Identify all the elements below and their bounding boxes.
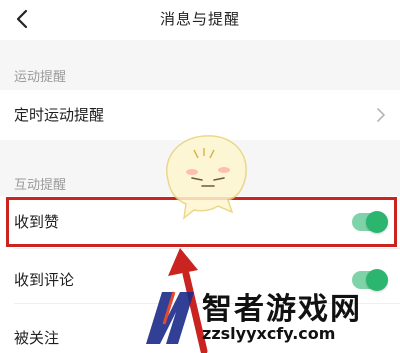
watermark-text: 智者游戏网 bbox=[202, 292, 362, 327]
row-label: 定时运动提醒 bbox=[14, 106, 105, 124]
section-label-sport: 运动提醒 bbox=[14, 70, 67, 85]
toggle-knob bbox=[366, 269, 388, 291]
mascot-sticker-icon bbox=[166, 135, 247, 220]
row-label: 被关注 bbox=[14, 329, 60, 347]
section-spacer bbox=[0, 40, 400, 60]
section-label-interaction: 互动提醒 bbox=[14, 178, 67, 193]
watermark-logo-icon bbox=[146, 291, 194, 344]
page-title: 消息与提醒 bbox=[159, 10, 240, 28]
section-header-sport: 运动提醒 bbox=[0, 60, 400, 90]
row-label: 收到评论 bbox=[14, 271, 75, 289]
watermark-url: zzslyyxcfy.com bbox=[202, 324, 336, 343]
app-header: 消息与提醒 bbox=[0, 0, 400, 40]
chevron-right-icon bbox=[377, 108, 385, 122]
